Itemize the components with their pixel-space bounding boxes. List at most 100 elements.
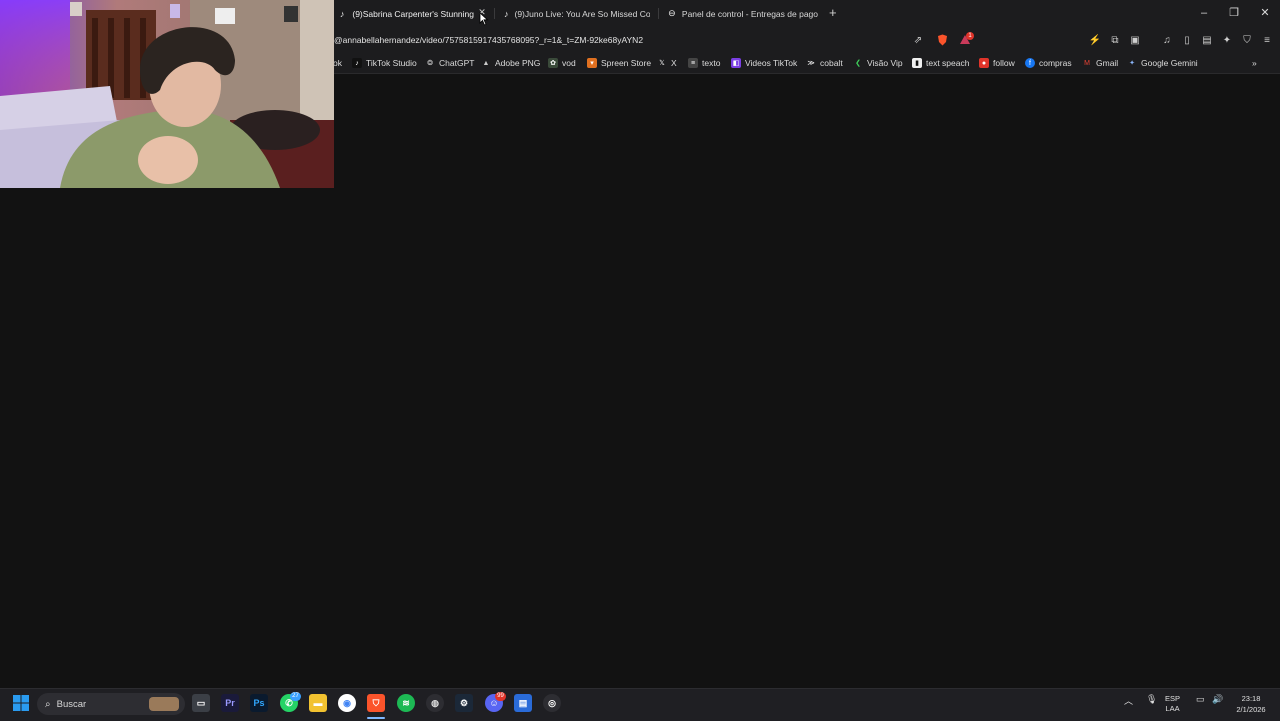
bookmark-label: Spreen Store bbox=[601, 58, 652, 68]
chrome-icon[interactable]: ◉ bbox=[338, 694, 356, 712]
media-icon[interactable]: ♫ bbox=[1160, 33, 1174, 47]
bookmark-spreen-store[interactable]: ▾ Spreen Store bbox=[587, 56, 651, 70]
search-label: Buscar bbox=[56, 698, 87, 710]
bookmark-tiktok[interactable]: ok bbox=[333, 56, 342, 70]
new-tab-button[interactable]: + bbox=[829, 6, 837, 19]
microphone-icon[interactable]: 🎙 bbox=[1146, 694, 1157, 705]
cobalt-icon: ≫ bbox=[807, 60, 815, 67]
chevron-up-icon[interactable]: ︿ bbox=[1124, 694, 1133, 707]
screenshot-icon[interactable]: ▣ bbox=[1128, 33, 1142, 47]
mouse-cursor-icon bbox=[479, 12, 489, 26]
steam-icon[interactable]: ⚙ bbox=[455, 694, 473, 712]
bookmark-label: Gmail bbox=[1096, 58, 1119, 68]
chevron-left-icon: ❮ bbox=[855, 60, 861, 67]
bookmark-label: follow bbox=[993, 58, 1015, 68]
bookmark-compras[interactable]: f compras bbox=[1025, 56, 1072, 70]
bookmark-label: texto bbox=[702, 58, 721, 68]
spreen-icon: ▾ bbox=[587, 58, 597, 68]
windows-start-icon[interactable] bbox=[12, 694, 30, 712]
obs-icon[interactable]: ◍ bbox=[426, 694, 444, 712]
bookmarks-overflow-icon[interactable]: » bbox=[1252, 56, 1257, 70]
bookmark-videos-tiktok[interactable]: ◧ Videos TikTok bbox=[731, 56, 797, 70]
language-indicator[interactable]: ESP LAA bbox=[1165, 694, 1180, 714]
menu-icon[interactable]: ≡ bbox=[1260, 33, 1274, 47]
tiktok-icon: ♪ bbox=[339, 8, 345, 19]
restore-icon[interactable]: ❐ bbox=[1226, 6, 1242, 20]
bookmark-label: compras bbox=[1039, 58, 1072, 68]
leo-ai-icon[interactable]: ✦ bbox=[1220, 33, 1234, 47]
discord-badge: 99 bbox=[495, 692, 506, 701]
tab-panel-control[interactable]: ⊖ Panel de control - Entregas de pago bbox=[668, 4, 818, 23]
notepad-icon[interactable]: ▤ bbox=[514, 694, 532, 712]
sidebar-icon[interactable]: ▯ bbox=[1180, 33, 1194, 47]
brave-icon[interactable]: ⛉ bbox=[367, 694, 385, 712]
bookmark-label: text speach bbox=[926, 58, 970, 68]
bookmark-adobe[interactable]: ▲ Adobe PNG bbox=[481, 56, 541, 70]
language-code: ESP bbox=[1165, 694, 1181, 703]
bookmark-label: ok bbox=[333, 58, 342, 68]
network-icon[interactable]: ▭ bbox=[1196, 694, 1205, 705]
search-app-icon[interactable]: ◎ bbox=[543, 694, 561, 712]
bookmark-vod[interactable]: ✿ vod bbox=[548, 56, 576, 70]
twitch-icon: ◧ bbox=[731, 58, 741, 68]
bookmark-label: Google Gemini bbox=[1141, 58, 1198, 68]
facebook-icon: f bbox=[1025, 58, 1035, 68]
premiere-icon[interactable]: Pr bbox=[221, 694, 239, 712]
spotify-icon[interactable]: ≋ bbox=[397, 694, 415, 712]
clock-date: 2/1/2026 bbox=[1236, 705, 1266, 714]
tab-divider bbox=[658, 8, 659, 19]
rewards-badge: 1 bbox=[966, 32, 974, 40]
bookmark-label: Adobe PNG bbox=[495, 58, 541, 68]
search-highlight-icon bbox=[149, 697, 179, 711]
volume-icon[interactable]: 🔊 bbox=[1212, 694, 1223, 705]
tab-sabrina[interactable]: ♪ (9)Sabrina Carpenter's Stunning bbox=[338, 4, 474, 23]
tab-divider bbox=[494, 8, 495, 19]
bookmark-label: vod bbox=[562, 58, 576, 68]
webcam-overlay bbox=[0, 0, 334, 188]
chatgpt-icon: ❂ bbox=[427, 60, 433, 67]
close-window-icon[interactable]: ✕ bbox=[1257, 6, 1273, 20]
extensions-icon[interactable]: ⧉ bbox=[1108, 33, 1122, 47]
whatsapp-badge: 27 bbox=[290, 692, 301, 701]
brave-shields-icon[interactable] bbox=[935, 33, 949, 47]
bookmark-x[interactable]: 𝕏X bbox=[657, 56, 677, 70]
bookmark-gmail[interactable]: M Gmail bbox=[1082, 56, 1118, 70]
bookmark-label: Visão Vip bbox=[867, 58, 903, 68]
clock-time: 23:18 bbox=[1241, 694, 1261, 703]
vpn-icon[interactable]: ⛉ bbox=[1240, 33, 1254, 47]
clock[interactable]: 23:18 2/1/2026 bbox=[1230, 693, 1272, 715]
wallet-icon[interactable]: ▤ bbox=[1200, 33, 1214, 47]
bookmark-label: TikTok Studio bbox=[366, 58, 417, 68]
bookmark-label: ChatGPT bbox=[439, 58, 475, 68]
tiktok-icon: ♪ bbox=[504, 8, 509, 19]
bookmark-follow[interactable]: ● follow bbox=[979, 56, 1015, 70]
minimize-icon[interactable]: – bbox=[1196, 6, 1212, 20]
file-explorer-widget-icon[interactable]: ▭ bbox=[192, 694, 210, 712]
ai-extension-icon[interactable]: ⚡ bbox=[1088, 33, 1102, 47]
bookmark-label: Videos TikTok bbox=[745, 58, 798, 68]
bookmark-text-speach[interactable]: ▮ text speach bbox=[912, 56, 969, 70]
bookmark-google-gemini[interactable]: ✦ Google Gemini bbox=[1127, 56, 1198, 70]
tab-juno[interactable]: ♪ (9)Juno Live: You Are So Missed Con bbox=[504, 4, 650, 23]
bookmark-label: X bbox=[671, 58, 677, 68]
text-speech-icon: ▮ bbox=[912, 58, 922, 68]
gmail-icon: M bbox=[1084, 59, 1090, 67]
bookmark-chatgpt[interactable]: ❂ ChatGPT bbox=[425, 56, 474, 70]
link-icon: ⊖ bbox=[668, 8, 676, 18]
bookmark-visao-vip[interactable]: ❮ Visão Vip bbox=[853, 56, 903, 70]
tab-title: Panel de control - Entregas de pago bbox=[681, 8, 818, 19]
bookmark-texto[interactable]: ≡ texto bbox=[688, 56, 720, 70]
taskbar-search[interactable]: ⌕ Buscar bbox=[37, 693, 185, 715]
bookmark-tiktok-studio[interactable]: ♪ TikTok Studio bbox=[352, 56, 417, 70]
gemini-icon: ✦ bbox=[1129, 60, 1135, 67]
share-icon[interactable]: ⇗ bbox=[911, 33, 925, 47]
folder-icon[interactable]: ▬ bbox=[309, 694, 327, 712]
vod-icon: ✿ bbox=[548, 58, 558, 68]
active-app-indicator bbox=[367, 717, 385, 719]
search-icon: ⌕ bbox=[45, 698, 51, 710]
adobe-icon: ▲ bbox=[482, 59, 490, 67]
tiktok-icon: ♪ bbox=[352, 58, 362, 68]
bookmark-cobalt[interactable]: ≫ cobalt bbox=[806, 56, 842, 70]
photoshop-icon[interactable]: Ps bbox=[250, 694, 268, 712]
address-bar[interactable]: @annabellahernandez/video/75758159174357… bbox=[334, 35, 643, 45]
